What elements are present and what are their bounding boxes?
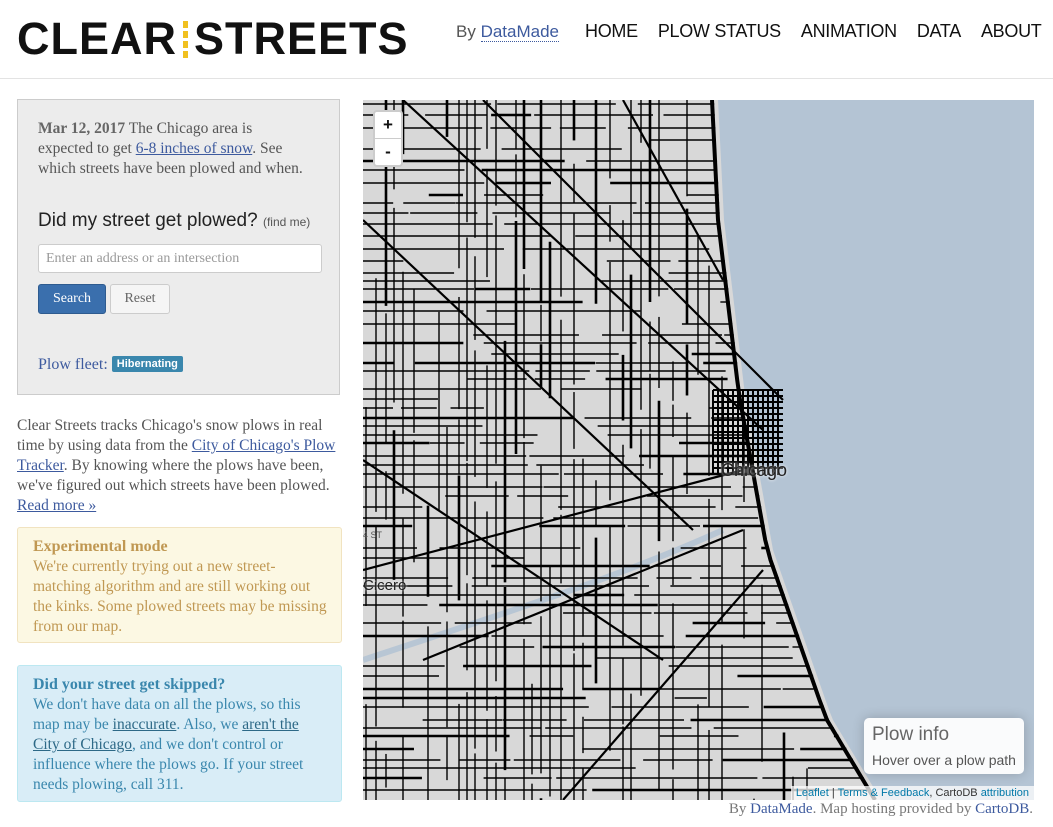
reset-button[interactable]: Reset (110, 284, 170, 314)
attrib-sep: | (828, 787, 838, 799)
snow-amount-link[interactable]: 6-8 inches of snow (136, 140, 253, 157)
zoom-out-button[interactable]: - (375, 139, 401, 165)
skipped-title: Did your street get skipped? (33, 676, 226, 693)
zoom-control: + - (373, 110, 403, 167)
footer-datamade-link[interactable]: DataMade (750, 801, 812, 817)
nav-about[interactable]: ABOUT (981, 21, 1042, 42)
plow-info-hint: Hover over a plow path (872, 752, 1016, 768)
nav-animation[interactable]: ANIMATION (801, 21, 897, 42)
logo-clear: CLEAR (17, 13, 177, 64)
footer-mid: . Map hosting provided by (812, 801, 976, 817)
terms-link[interactable]: Terms & Feedback (838, 787, 930, 799)
street-question: Did my street get plowed? (find me) (38, 210, 310, 232)
experimental-body: We're currently trying out a new street-… (33, 558, 327, 635)
site-logo[interactable]: CLEAR STREETS (17, 14, 409, 64)
footer-cartodb-link[interactable]: CartoDB (975, 801, 1029, 817)
logo-divider (183, 21, 188, 59)
search-button[interactable]: Search (38, 284, 106, 314)
chicago-label: Chicago (721, 460, 788, 480)
search-panel: Mar 12, 2017 The Chicago area is expecte… (17, 99, 340, 395)
about-description: Clear Streets tracks Chicago's snow plow… (17, 416, 343, 516)
site-header: CLEAR STREETS By DataMade HOME PLOW STATU… (0, 0, 1053, 79)
snow-intro: Mar 12, 2017 The Chicago area is expecte… (38, 119, 308, 179)
experimental-title: Experimental mode (33, 538, 168, 555)
street-label: 4 ST (363, 530, 383, 540)
inaccurate-link[interactable]: inaccurate (113, 716, 177, 733)
footer-by: By (728, 801, 751, 817)
skipped-body: We don't have data on all the plows, so … (33, 695, 327, 795)
byline: By DataMade (456, 22, 560, 42)
plow-map[interactable]: Chicago Cicero 4 ST + - Plow info Hover … (363, 100, 1034, 800)
attrib-carto: , CartoDB (929, 787, 981, 799)
datamade-link[interactable]: DataMade (480, 22, 560, 42)
attribution-link[interactable]: attribution (981, 787, 1029, 799)
question-heading: Did my street get plowed? (38, 210, 258, 231)
nav-data[interactable]: DATA (917, 21, 961, 42)
nav-home[interactable]: HOME (585, 21, 638, 42)
cicero-label: Cicero (363, 577, 407, 594)
experimental-alert: Experimental mode We're currently trying… (17, 527, 342, 643)
read-more-link[interactable]: Read more » (17, 497, 96, 514)
page-footer: By DataMade. Map hosting provided by Car… (729, 801, 1033, 818)
skipped-text-2: . Also, we (176, 716, 243, 733)
plow-info-panel: Plow info Hover over a plow path (864, 718, 1024, 774)
plow-fleet-status: Plow fleet: Hibernating (38, 356, 183, 374)
footer-end: . (1029, 801, 1033, 817)
fleet-label: Plow fleet: (38, 356, 108, 373)
nav-plow-status[interactable]: PLOW STATUS (658, 21, 781, 42)
main-nav: HOME PLOW STATUS ANIMATION DATA ABOUT (585, 21, 1053, 42)
desc-text-end: . By knowing where the plows have been, … (17, 457, 330, 494)
plow-info-title: Plow info (872, 724, 950, 745)
find-me-link[interactable]: (find me) (263, 215, 310, 229)
address-search-input[interactable]: Enter an address or an intersection (38, 244, 322, 273)
storm-date: Mar 12, 2017 (38, 120, 126, 137)
logo-streets: STREETS (194, 13, 409, 64)
skipped-alert: Did your street get skipped? We don't ha… (17, 665, 342, 802)
street-map-canvas[interactable] (363, 100, 1034, 800)
fleet-status-badge: Hibernating (111, 356, 183, 372)
leaflet-link[interactable]: Leaflet (796, 787, 829, 799)
zoom-in-button[interactable]: + (375, 112, 401, 139)
map-attribution: Leaflet | Terms & Feedback, CartoDB attr… (790, 786, 1034, 800)
byline-prefix: By (456, 22, 476, 41)
